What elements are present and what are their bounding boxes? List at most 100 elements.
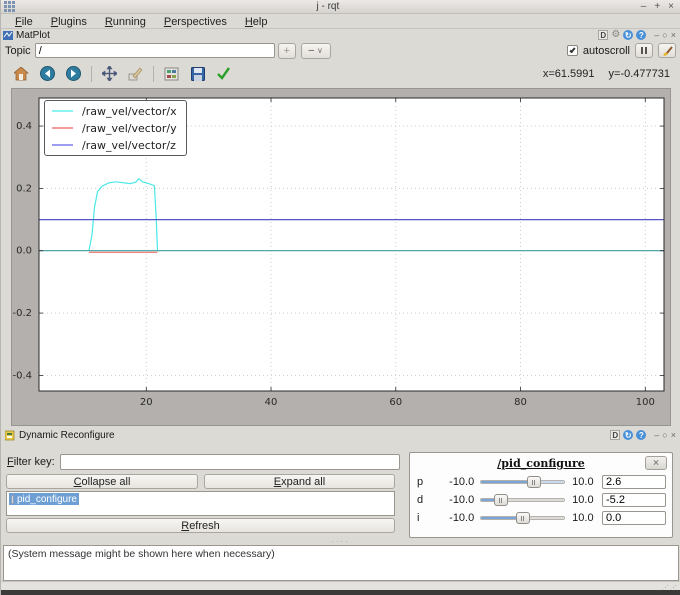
- topic-label: Topic: [5, 44, 31, 57]
- svg-text:40: 40: [265, 397, 278, 408]
- legend-entry: /raw_vel/vector/z: [52, 138, 177, 152]
- param-value-input-p[interactable]: [602, 475, 666, 489]
- menubar: File Plugins Running Perspectives Help: [1, 15, 680, 29]
- svg-text:0.4: 0.4: [16, 121, 32, 132]
- tree-item-label: pid_configure: [16, 493, 77, 505]
- green-check-icon: [217, 67, 230, 80]
- clear-plot-button[interactable]: [658, 43, 676, 58]
- expand-all-button[interactable]: Expand all: [204, 474, 395, 489]
- menu-item-perspectives[interactable]: Perspectives: [156, 16, 235, 28]
- help-icon[interactable]: ?: [636, 30, 647, 40]
- forward-arrow-icon: [66, 66, 81, 81]
- param-name-label: i: [417, 512, 420, 524]
- chevron-down-icon: ∨: [317, 46, 323, 55]
- param-max-label: 10.0: [572, 476, 594, 488]
- legend-label-z: /raw_vel/vector/z: [82, 138, 176, 152]
- settings-gear-icon[interactable]: ⚙: [611, 30, 620, 40]
- dock-undock-icon[interactable]: ○: [662, 430, 667, 440]
- dock-badge-icon[interactable]: D: [610, 430, 621, 440]
- param-rows: p -10.0 10.0 d -10.0 10.0: [417, 475, 666, 525]
- back-button[interactable]: [39, 65, 56, 82]
- node-tree: pid_configure: [6, 491, 395, 516]
- reconfigure-plugin-icon: [5, 430, 15, 440]
- menu-item-running[interactable]: Running: [97, 16, 154, 28]
- reload-plugin-icon[interactable]: ↻: [623, 430, 634, 440]
- param-value-input-d[interactable]: [602, 493, 666, 507]
- save-floppy-icon: [190, 66, 205, 81]
- legend-label-y: /raw_vel/vector/y: [82, 121, 177, 135]
- window-close-icon[interactable]: ×: [668, 1, 674, 12]
- legend-swatch-z: [52, 144, 73, 146]
- param-slider-i[interactable]: [480, 512, 566, 524]
- slider-handle[interactable]: [493, 494, 508, 506]
- window-minimize-icon[interactable]: –: [641, 1, 647, 12]
- menu-item-help[interactable]: Help: [237, 16, 276, 28]
- reload-plugin-icon[interactable]: ↻: [623, 30, 634, 40]
- minus-icon: –: [308, 45, 315, 56]
- help-icon[interactable]: ?: [636, 430, 647, 440]
- topic-input[interactable]: [34, 43, 275, 58]
- dock-badge-icon[interactable]: D: [598, 30, 609, 40]
- rqt-window: j - rqt – + × File Plugins Running Persp…: [0, 0, 680, 595]
- param-name-label: d: [417, 494, 424, 506]
- svg-text:60: 60: [389, 397, 402, 408]
- configure-subplots-button[interactable]: [163, 65, 180, 82]
- topic-row: Topic + – ∨ autoscroll: [1, 41, 680, 60]
- tree-item-pid-configure[interactable]: pid_configure: [9, 493, 79, 505]
- home-button[interactable]: [13, 65, 30, 82]
- save-figure-button[interactable]: [189, 65, 206, 82]
- zoom-pencil-icon: [128, 67, 143, 80]
- svg-text:0.2: 0.2: [16, 183, 32, 194]
- back-arrow-icon: [40, 66, 55, 81]
- matplot-dock-header: MatPlot D ⚙ ↻ ? – ○ ×: [1, 29, 680, 41]
- plot-legend: /raw_vel/vector/x /raw_vel/vector/y /raw…: [44, 100, 187, 156]
- coord-y-value: y=-0.477731: [608, 67, 670, 80]
- matplot-dock-title: MatPlot: [16, 29, 50, 41]
- pan-button[interactable]: [101, 65, 118, 82]
- slider-handle[interactable]: [515, 512, 530, 524]
- param-row-p: p -10.0 10.0: [417, 475, 666, 489]
- zoom-rect-button[interactable]: [127, 65, 144, 82]
- svg-text:20: 20: [140, 397, 153, 408]
- refresh-button[interactable]: Refresh: [6, 518, 395, 533]
- plot-figure[interactable]: 20 40 60 80 100 -0.4 -0.2 0.0 0.2 0.4 /raw_vel/ve…: [11, 88, 671, 426]
- param-slider-d[interactable]: [480, 494, 566, 506]
- pan-move-icon: [102, 66, 117, 81]
- reconfigure-dock-title: Dynamic Reconfigure: [19, 429, 115, 441]
- collapse-all-button[interactable]: Collapse all: [6, 474, 198, 489]
- status-bar: ⋰⋰: [1, 581, 680, 592]
- remove-topic-dropdown[interactable]: – ∨: [300, 42, 331, 59]
- param-min-label: -10.0: [449, 512, 475, 524]
- apply-button[interactable]: [215, 65, 232, 82]
- menu-item-file[interactable]: File: [7, 16, 41, 28]
- pause-button[interactable]: [635, 43, 653, 58]
- toolbar-separator: [153, 65, 154, 82]
- window-title: j - rqt: [316, 1, 340, 12]
- slider-handle[interactable]: [526, 476, 541, 488]
- dock-minimize-icon[interactable]: –: [654, 430, 659, 440]
- filter-key-input[interactable]: [59, 453, 400, 470]
- menu-item-plugins[interactable]: Plugins: [43, 16, 95, 28]
- home-icon: [14, 66, 29, 80]
- subplots-grid-icon: [164, 67, 179, 80]
- card-close-button[interactable]: ×: [645, 456, 667, 470]
- param-value-input-i[interactable]: [602, 511, 666, 525]
- dock-undock-icon[interactable]: ○: [662, 30, 667, 40]
- param-min-label: -10.0: [449, 494, 475, 506]
- svg-text:100: 100: [636, 397, 655, 408]
- brush-icon: [663, 45, 673, 56]
- dock-close-icon[interactable]: ×: [671, 430, 676, 440]
- dock-minimize-icon[interactable]: –: [654, 30, 659, 40]
- forward-button[interactable]: [65, 65, 82, 82]
- legend-entry: /raw_vel/vector/x: [52, 104, 177, 118]
- node-icon: [11, 494, 14, 504]
- cursor-coordinates: x=61.5991 y=-0.477731: [543, 68, 670, 80]
- bottom-edge: [1, 590, 680, 595]
- matplot-plugin-icon: [3, 30, 13, 40]
- add-topic-button[interactable]: +: [277, 42, 296, 59]
- legend-label-x: /raw_vel/vector/x: [82, 104, 177, 118]
- window-maximize-icon[interactable]: +: [654, 1, 660, 12]
- autoscroll-checkbox[interactable]: [566, 45, 578, 56]
- param-slider-p[interactable]: [480, 476, 566, 488]
- dock-close-icon[interactable]: ×: [671, 30, 676, 40]
